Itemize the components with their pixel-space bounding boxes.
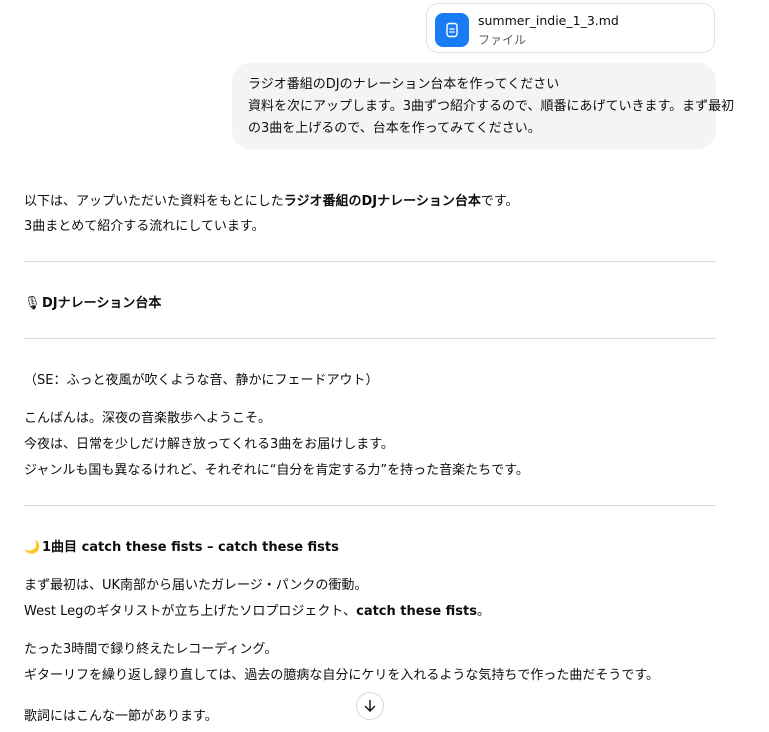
intro-text: 以下は、アップいただいた資料をもとにした [24,194,284,209]
user-message-line: の3曲を上げるので、台本を作ってみてください。 [248,121,541,136]
track-paragraph: West Legのギタリストが立ち上げたソロプロジェクト、catch these… [24,600,490,619]
divider [24,261,716,262]
assistant-intro-line-2: 3曲まとめて紹介する流れにしています。 [24,219,265,234]
attachment-card[interactable]: summer_indie_1_3.md ファイル [426,3,715,53]
track-title: 1曲目 catch these fists – catch these fist… [42,540,339,555]
se-direction: （SE：ふっと夜風が吹くような音、静かにフェードアウト） [24,373,379,388]
track-heading: 🌙 1曲目 catch these fists – catch these fis… [24,536,339,555]
section-heading: 🎙DJナレーション台本 [24,292,161,311]
track-paragraph: ギターリフを繰り返し録り直しては、過去の臆病な自分にケリを入れるような気持ちで作… [24,668,660,683]
intro-bold-text: ラジオ番組のDJナレーション台本 [283,194,481,209]
opening-line: ジャンルも国も異なるけれど、それぞれに“自分を肯定する力”を持った音楽たちです。 [24,463,529,478]
track-text: West Legのギタリストが立ち上げたソロプロジェクト、 [24,604,357,619]
intro-text-end: です。 [480,194,519,209]
attachment-type: ファイル [478,33,527,47]
attachment-filename: summer_indie_1_3.md [478,13,619,28]
track-paragraph: 歌詞にはこんな一節があります。 [24,709,218,724]
artist-name: catch these fists [356,604,477,619]
divider [24,338,716,339]
opening-line: 今夜は、日常を少しだけ解き放ってくれる3曲をお届けします。 [24,437,394,452]
arrow-down-icon [364,699,376,712]
track-paragraph: まず最初は、UK南部から届いたガレージ・パンクの衝動。 [24,578,368,593]
user-message-line: 資料を次にアップします。3曲ずつ紹介するので、順番にあげていきます。まず最初 [248,99,735,114]
track-paragraph: たった3時間で録り終えたレコーディング。 [24,642,278,657]
scroll-to-bottom-button[interactable] [356,692,384,720]
opening-line: こんばんは。深夜の音楽散歩へようこそ。 [24,411,272,426]
user-message-bubble: ラジオ番組のDJのナレーション台本を作ってください 資料を次にアップします。3曲… [232,63,735,149]
divider [24,505,716,506]
track-text-end: 。 [476,604,490,619]
crescent-moon-icon: 🌙 [24,540,41,555]
microphone-icon: 🎙 [24,296,41,311]
user-message-line: ラジオ番組のDJのナレーション台本を作ってください [248,77,560,92]
assistant-intro-line: 以下は、アップいただいた資料をもとにしたラジオ番組のDJナレーション台本です。 [24,190,519,209]
document-icon [435,13,469,47]
section-title: DJナレーション台本 [42,296,162,311]
